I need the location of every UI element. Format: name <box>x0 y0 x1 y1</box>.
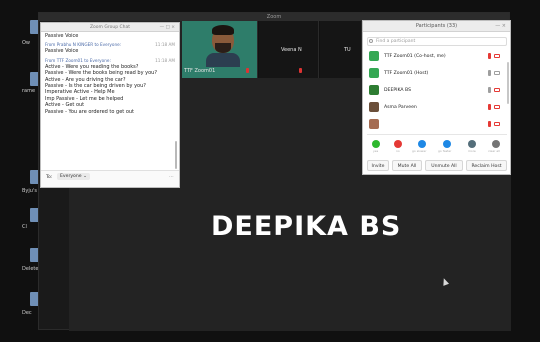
file-icon[interactable]: ⋯ <box>169 174 174 180</box>
participant-avatar <box>369 68 379 78</box>
muted-mic-icon[interactable] <box>488 53 491 59</box>
muted-mic-icon <box>299 68 302 73</box>
participant-row[interactable]: Asma Parveen <box>367 100 507 116</box>
video-tile[interactable]: TU <box>320 21 362 78</box>
participants-title: Participants (33) <box>415 23 458 29</box>
active-speaker-name: DEEPIKA BS <box>211 211 402 242</box>
reclaim-host-button[interactable]: Reclaim Host <box>466 160 507 171</box>
participant-avatar <box>369 119 379 129</box>
mic-icon[interactable] <box>488 70 491 76</box>
chat-sender: From Prabhu N KINGER to Everyone: <box>45 42 122 48</box>
recipient-value: Everyone <box>60 174 82 179</box>
mute-all-button[interactable]: Mute All <box>392 160 422 171</box>
desktop-icon-label: Ow <box>22 40 31 46</box>
participant-name: TTF Zoom01 (Host) <box>384 71 429 76</box>
video-off-icon[interactable] <box>494 54 500 58</box>
participant-name: TTF Zoom01 (Co-host, me) <box>384 54 446 59</box>
recipient-dropdown[interactable]: Everyone ⌄ <box>57 173 90 180</box>
video-tile-name: TU <box>344 47 351 53</box>
muted-mic-icon[interactable] <box>488 121 491 127</box>
yes-icon[interactable] <box>372 140 380 148</box>
go-faster-icon[interactable] <box>443 140 451 148</box>
mouse-cursor-icon <box>440 277 450 286</box>
video-off-icon[interactable] <box>494 105 500 109</box>
chat-title: Zoom Group Chat <box>89 25 131 30</box>
chat-titlebar: Zoom Group Chat — □ × <box>41 23 179 32</box>
chat-messages: Passive Voice From Prabhu N KINGER to Ev… <box>45 33 175 171</box>
participant-row[interactable]: TTF Zoom01 (Host) <box>367 66 507 82</box>
participant-search-input[interactable]: Find a participant <box>367 37 507 46</box>
chat-sender: From TTF Zoom01 to Everyone: <box>45 57 111 63</box>
chat-message-line: Passive - You are ordered to get out <box>45 108 135 115</box>
participant-video-person <box>206 25 240 67</box>
go-slower-icon[interactable] <box>418 140 426 148</box>
participant-name: Asma Parveen <box>384 105 417 110</box>
participant-row[interactable]: DEEPIKA BS <box>367 83 507 99</box>
video-tile[interactable]: TTF Zoom01 <box>182 21 258 78</box>
chat-message-line: Passive - Were the books being read by y… <box>45 70 157 77</box>
reaction-label: more <box>468 149 476 153</box>
chat-window: Zoom Group Chat — □ × Passive Voice From… <box>40 22 180 188</box>
nonverbal-feedback-bar: yes no go slower go faster more clear al… <box>367 134 507 153</box>
participants-panel: Participants (33) — × Find a participant… <box>362 20 511 175</box>
desktop-icon-label: Dec <box>22 310 32 316</box>
mic-icon[interactable] <box>488 87 491 93</box>
participant-avatar <box>369 85 379 95</box>
reaction-label: no <box>396 149 400 153</box>
unmute-all-button[interactable]: Unmute All <box>425 160 463 171</box>
participants-scrollbar[interactable] <box>507 62 509 104</box>
chat-time: 11:18 AM <box>155 42 175 48</box>
muted-mic-icon[interactable] <box>488 104 491 110</box>
chat-message-line: Passive Voice <box>45 33 79 39</box>
participant-avatar <box>369 102 379 112</box>
no-icon[interactable] <box>394 140 402 148</box>
participants-actions: Invite Mute All Unmute All Reclaim Host <box>367 160 507 172</box>
participant-avatar <box>369 51 379 61</box>
chat-message-header: From Prabhu N KINGER to Everyone: 11:18 … <box>45 42 175 48</box>
video-off-icon[interactable] <box>494 88 500 92</box>
video-icon[interactable] <box>494 71 500 75</box>
to-label: To: <box>46 175 53 180</box>
participant-row[interactable]: TTF Zoom01 (Co-host, me) <box>367 49 507 65</box>
chat-message-line: Passive Voice <box>45 48 79 55</box>
video-strip: TTF Zoom01 Veena N TU <box>182 21 362 78</box>
chat-window-controls[interactable]: — □ × <box>160 23 175 32</box>
video-off-icon[interactable] <box>494 122 500 126</box>
more-icon[interactable] <box>468 140 476 148</box>
invite-button[interactable]: Invite <box>367 160 389 171</box>
reaction-label: go slower <box>412 149 427 153</box>
clear-all-icon[interactable] <box>492 140 500 148</box>
reaction-label: clear all <box>488 149 500 153</box>
chat-message-header: From TTF Zoom01 to Everyone: 11:18 AM <box>45 58 175 64</box>
video-tile[interactable]: Veena N <box>259 21 319 78</box>
video-tile-name: Veena N <box>281 47 302 53</box>
reaction-label: go faster <box>438 149 452 153</box>
video-tile-name: TTF Zoom01 <box>184 68 216 74</box>
desktop-icon-label: rame <box>22 88 36 94</box>
participants-titlebar: Participants (33) — × <box>363 21 510 32</box>
chat-footer: To: Everyone ⌄ ⋯ <box>41 170 179 187</box>
chevron-down-icon: ⌄ <box>83 174 87 179</box>
participants-window-controls[interactable]: — × <box>495 21 506 32</box>
muted-mic-icon <box>246 68 249 73</box>
chat-scrollbar[interactable] <box>175 141 177 169</box>
participant-row[interactable] <box>367 117 507 129</box>
participant-name: DEEPIKA BS <box>384 88 411 93</box>
chat-time: 11:18 AM <box>155 57 175 63</box>
reaction-label: yes <box>373 149 379 153</box>
desktop-icon-label: Cl <box>22 224 27 230</box>
